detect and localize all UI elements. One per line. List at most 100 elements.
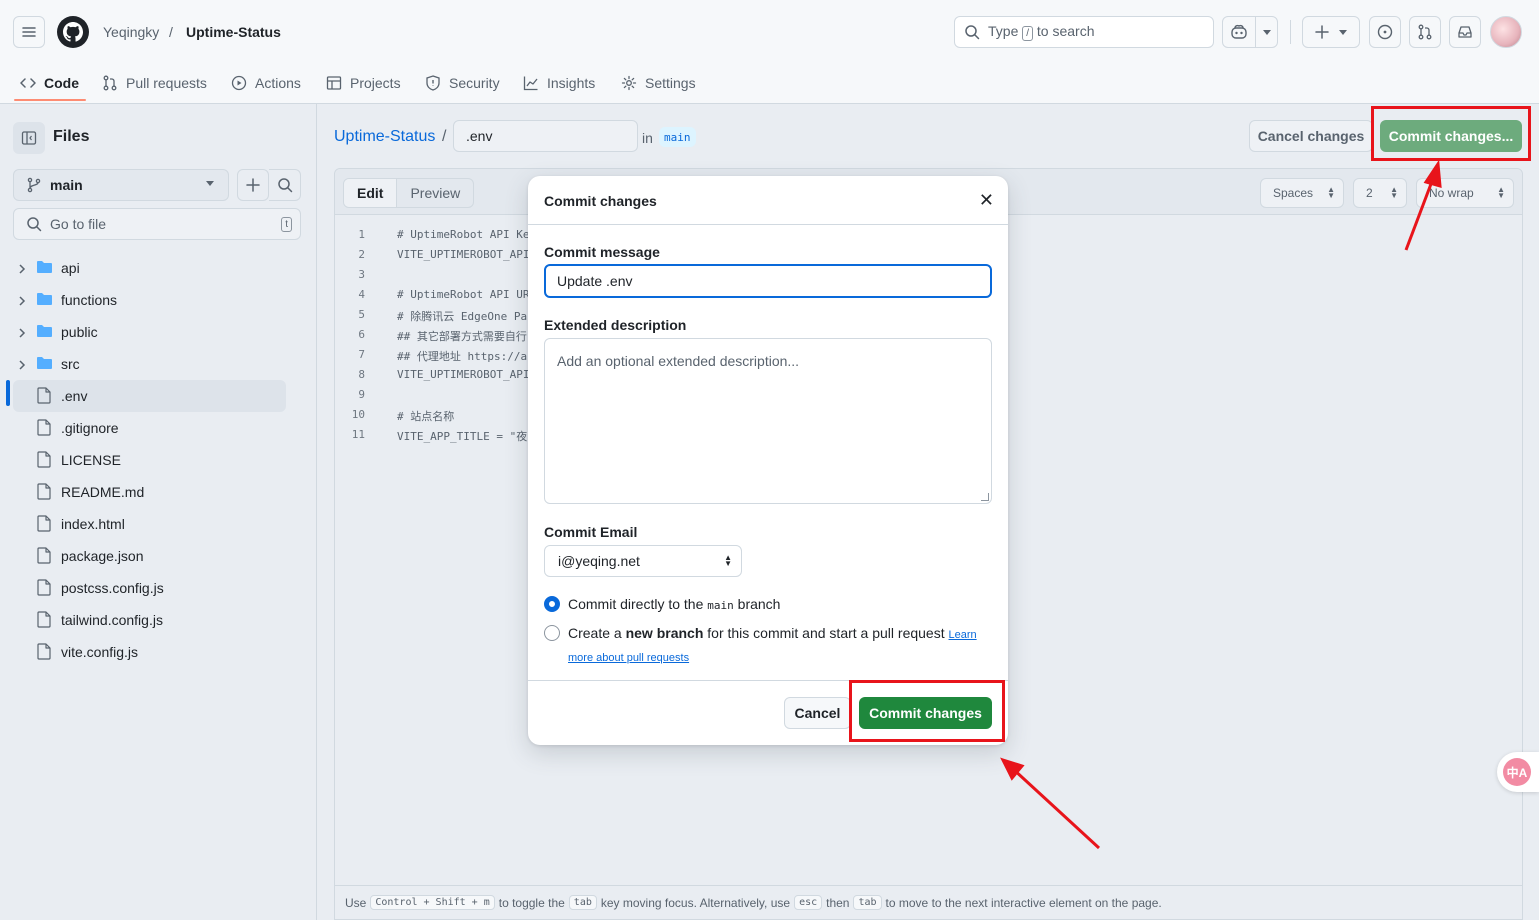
tree-item-label: functions — [61, 292, 118, 308]
filename-input[interactable]: .env — [453, 120, 638, 152]
cancel-changes-button[interactable]: Cancel changes — [1249, 120, 1373, 152]
tree-item-label: vite.config.js — [61, 644, 139, 660]
cancel-button[interactable]: Cancel — [784, 697, 851, 729]
close-icon[interactable]: ✕ — [979, 190, 994, 210]
tree-file-item[interactable]: README.md — [0, 476, 300, 508]
inbox-button[interactable] — [1449, 16, 1481, 48]
indent-size-value: 2 — [1366, 186, 1373, 200]
tree-file-item[interactable]: tailwind.config.js — [0, 604, 300, 636]
tab-code[interactable]: Code — [20, 64, 79, 102]
tree-file-item[interactable]: postcss.config.js — [0, 572, 300, 604]
in-label: in — [642, 130, 653, 146]
copilot-icon — [1230, 24, 1247, 39]
pull-requests-button[interactable] — [1409, 16, 1441, 48]
tree-file-item[interactable]: .gitignore — [0, 412, 300, 444]
new-branch-label[interactable]: Create a new branch for this commit and … — [568, 623, 988, 669]
footer-kbd: Control + Shift + m — [370, 895, 495, 910]
tree-item-label: package.json — [61, 548, 144, 564]
tree-item-label: public — [61, 324, 98, 340]
tab-projects[interactable]: Projects — [326, 64, 401, 102]
shield-icon — [426, 75, 440, 91]
search-files-button[interactable] — [269, 169, 301, 201]
tree-file-item[interactable]: package.json — [0, 540, 300, 572]
github-logo-icon[interactable] — [57, 16, 89, 48]
footer-kbd: tab — [568, 895, 597, 910]
git-pull-request-icon — [1418, 24, 1432, 40]
branch-selector[interactable]: main — [13, 169, 229, 201]
sidebar-collapse-icon[interactable] — [13, 122, 45, 154]
commit-direct-radio[interactable] — [544, 596, 560, 612]
menu-icon[interactable] — [13, 16, 45, 48]
avatar[interactable] — [1490, 16, 1522, 48]
tab-settings[interactable]: Settings — [621, 64, 696, 102]
new-branch-radio[interactable] — [544, 625, 560, 641]
search-input[interactable]: Type / to search — [954, 16, 1214, 48]
inbox-icon — [1458, 26, 1472, 38]
line-text: ## 代理地址 https://a — [397, 350, 528, 363]
tree-item-label: LICENSE — [61, 452, 121, 468]
tab-pull-requests[interactable]: Pull requests — [102, 64, 207, 102]
folder-icon — [36, 324, 53, 341]
chevron-right-icon[interactable] — [18, 262, 26, 278]
create-new-button[interactable] — [1302, 16, 1360, 48]
tree-file-item[interactable]: vite.config.js — [0, 636, 300, 668]
extended-description-placeholder: Add an optional extended description... — [557, 353, 800, 369]
tree-folder-item[interactable]: functions — [0, 284, 300, 316]
indent-size-select[interactable]: 2 ▲ ▼ — [1353, 178, 1407, 208]
breadcrumb-owner[interactable]: Yeqingky — [103, 24, 159, 40]
edit-preview-toggle: Edit Preview — [343, 178, 475, 208]
plus-icon — [1315, 25, 1329, 39]
folder-icon — [36, 292, 53, 309]
copilot-button[interactable] — [1222, 16, 1278, 48]
wrap-mode-select[interactable]: No wrap ▲ ▼ — [1416, 178, 1514, 208]
tab-preview[interactable]: Preview — [397, 179, 473, 207]
extended-description-textarea[interactable]: Add an optional extended description... — [544, 338, 992, 504]
tab-insights[interactable]: Insights — [523, 64, 595, 102]
tree-file-item[interactable]: index.html — [0, 508, 300, 540]
annotation-highlight-box — [849, 680, 1005, 742]
add-file-button[interactable] — [237, 169, 269, 201]
issue-opened-icon — [1377, 24, 1393, 40]
learn-more-link-continued[interactable]: more about pull requests — [568, 652, 689, 664]
line-number: 4 — [358, 288, 365, 301]
tree-folder-item[interactable]: public — [0, 316, 300, 348]
search-shortcut-key: / — [1022, 26, 1034, 41]
learn-more-link[interactable]: Learn — [949, 629, 977, 641]
tab-security[interactable]: Security — [425, 64, 500, 102]
tree-folder-item[interactable]: src — [0, 348, 300, 380]
wrap-mode-value: No wrap — [1429, 186, 1474, 200]
line-text: # 除腾讯云 EdgeOne Pa — [397, 310, 528, 323]
option-branch-code: main — [707, 599, 734, 612]
commit-changes-dialog: Commit changes ✕ Commit message Update .… — [528, 176, 1008, 745]
chevron-right-icon[interactable] — [18, 294, 26, 310]
tree-folder-item[interactable]: api — [0, 252, 300, 284]
chevron-right-icon[interactable] — [18, 358, 26, 374]
translate-widget[interactable]: 中A — [1497, 752, 1539, 792]
tree-file-item[interactable]: LICENSE — [0, 444, 300, 476]
editor-footer-hint: Use Control + Shift + m to toggle the ta… — [335, 885, 1522, 919]
chevron-right-icon[interactable] — [18, 326, 26, 342]
commit-email-select[interactable]: i@yeqing.net ▲ ▼ — [544, 545, 742, 577]
tab-actions[interactable]: Actions — [231, 64, 301, 102]
file-icon — [37, 515, 51, 535]
issues-button[interactable] — [1369, 16, 1401, 48]
indent-mode-select[interactable]: Spaces ▲ ▼ — [1260, 178, 1344, 208]
commit-direct-label[interactable]: Commit directly to the main branch — [568, 594, 988, 616]
tree-file-item[interactable]: .env — [13, 380, 286, 412]
tab-edit[interactable]: Edit — [344, 179, 398, 207]
breadcrumb-repo[interactable]: Uptime-Status — [186, 24, 281, 40]
commit-message-input[interactable]: Update .env — [544, 264, 992, 298]
tree-item-label: src — [61, 356, 80, 372]
footer-text: to move to the next interactive element … — [885, 895, 1162, 910]
line-number: 3 — [358, 268, 365, 281]
search-suffix: to search — [1036, 23, 1095, 39]
resize-handle-icon[interactable] — [981, 493, 989, 501]
commit-message-value: Update .env — [557, 273, 633, 289]
folder-icon — [36, 356, 53, 373]
go-to-file-shortcut: t — [281, 217, 292, 232]
go-to-file-input[interactable]: Go to file t — [13, 208, 301, 240]
breadcrumb-separator: / — [169, 24, 173, 40]
line-number: 9 — [358, 388, 365, 401]
line-number: 8 — [358, 368, 365, 381]
repo-link[interactable]: Uptime-Status — [334, 128, 435, 146]
